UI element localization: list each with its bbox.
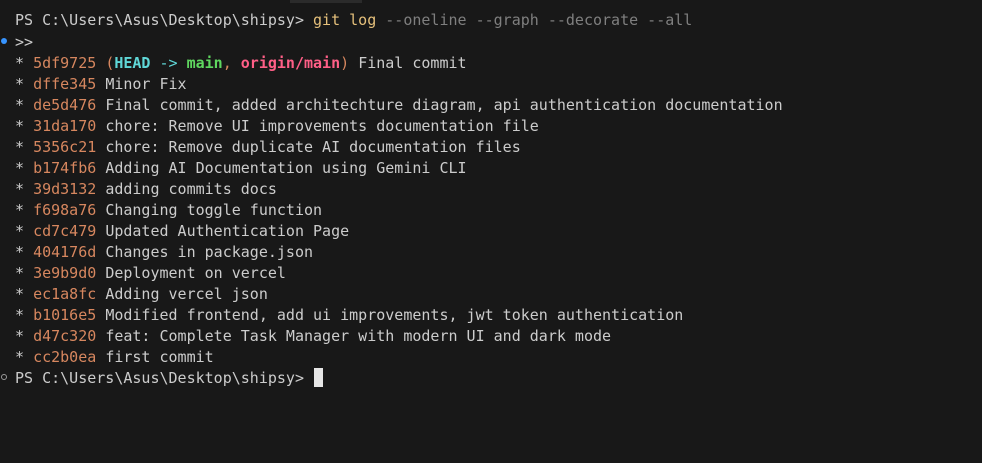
graph-marker: * [15,96,25,114]
commit-message: chore: Remove UI improvements documentat… [105,117,539,135]
commit-line: * b174fb6 Adding AI Documentation using … [15,158,467,179]
commit-hash: 5df9725 [33,54,97,72]
commit-line: * cd7c479 Updated Authentication Page [15,221,349,242]
ref-comma: , [222,54,232,72]
commit-message: Changing toggle function [105,201,323,219]
commit-message: Updated Authentication Page [105,222,350,240]
commit-message: feat: Complete Task Manager with modern … [105,327,612,345]
graph-marker: * [15,327,25,345]
commit-line: * d47c320 feat: Complete Task Manager wi… [15,326,611,347]
commit-hash: 39d3132 [33,180,97,198]
commit-line: * dffe345 Minor Fix [15,74,187,95]
graph-marker: * [15,138,25,156]
head-ref: HEAD [114,54,151,72]
commit-hash: 5356c21 [33,138,97,156]
continuation-prompt: >> [15,33,34,51]
commit-line: * cc2b0ea first commit [15,347,214,368]
graph-marker: * [15,201,25,219]
commit-hash: f698a76 [33,201,97,219]
remote-ref: origin/main [240,54,341,72]
command-line: PS C:\Users\Asus\Desktop\shipsy> git log… [15,10,692,31]
commit-line: * 31da170 chore: Remove UI improvements … [15,116,539,137]
prompt-marker-icon[interactable] [1,374,7,380]
commit-message: chore: Remove duplicate AI documentation… [105,138,521,156]
commit-hash: 404176d [33,243,97,261]
prompt-line[interactable]: PS C:\Users\Asus\Desktop\shipsy> [15,368,324,389]
commit-line: * 3e9b9d0 Deployment on vercel [15,263,286,284]
commit-line: * de5d476 Final commit, added architecht… [15,95,783,116]
graph-marker: * [15,222,25,240]
commit-message: Modified frontend, add ui improvements, … [105,306,684,324]
graph-marker: * [15,54,25,72]
graph-marker: * [15,75,25,93]
commit-line-head: * 5df9725 (HEAD -> main, origin/main) Fi… [15,53,467,74]
command-flags: --oneline --graph --decorate --all [385,11,693,29]
ref-close-paren: ) [340,54,350,72]
commit-hash: b1016e5 [33,306,97,324]
commit-hash: cd7c479 [33,222,97,240]
prompt-text: PS C:\Users\Asus\Desktop\shipsy> [15,11,304,29]
graph-marker: * [15,243,25,261]
ref-open-paren: ( [105,54,115,72]
commit-hash: dffe345 [33,75,97,93]
command-name: git log [313,11,377,29]
commit-message: adding commits docs [105,180,277,198]
prompt-text: PS C:\Users\Asus\Desktop\shipsy> [15,369,304,387]
commit-message: Final commit, added architechture diagra… [105,96,783,114]
commit-hash: 3e9b9d0 [33,264,97,282]
commit-message: Adding vercel json [105,285,268,303]
commit-hash: b174fb6 [33,159,97,177]
commit-hash: cc2b0ea [33,348,97,366]
cursor [314,368,324,387]
graph-marker: * [15,159,25,177]
commit-message: Deployment on vercel [105,264,286,282]
commit-message: Minor Fix [105,75,187,93]
ref-arrow: -> [159,54,178,72]
commit-line: * f698a76 Changing toggle function [15,200,322,221]
commit-line: * b1016e5 Modified frontend, add ui impr… [15,305,683,326]
command-success-marker-icon[interactable] [1,38,7,44]
terminal-panel[interactable]: PS C:\Users\Asus\Desktop\shipsy> git log… [0,0,982,463]
graph-marker: * [15,117,25,135]
continuation-line: >> [15,32,33,53]
graph-marker: * [15,285,25,303]
commit-hash: ec1a8fc [33,285,97,303]
graph-marker: * [15,306,25,324]
commit-line: * 404176d Changes in package.json [15,242,313,263]
graph-marker: * [15,348,25,366]
commit-message: first commit [105,348,214,366]
commit-hash: d47c320 [33,327,97,345]
commit-message: Adding AI Documentation using Gemini CLI [105,159,467,177]
commit-line: * ec1a8fc Adding vercel json [15,284,268,305]
graph-marker: * [15,264,25,282]
commit-message: Final commit [358,54,467,72]
branch-ref: main [186,54,223,72]
commit-message: Changes in package.json [105,243,314,261]
commit-hash: de5d476 [33,96,97,114]
commit-line: * 39d3132 adding commits docs [15,179,277,200]
panel-top-edge [290,0,362,3]
commit-hash: 31da170 [33,117,97,135]
graph-marker: * [15,180,25,198]
commit-line: * 5356c21 chore: Remove duplicate AI doc… [15,137,521,158]
